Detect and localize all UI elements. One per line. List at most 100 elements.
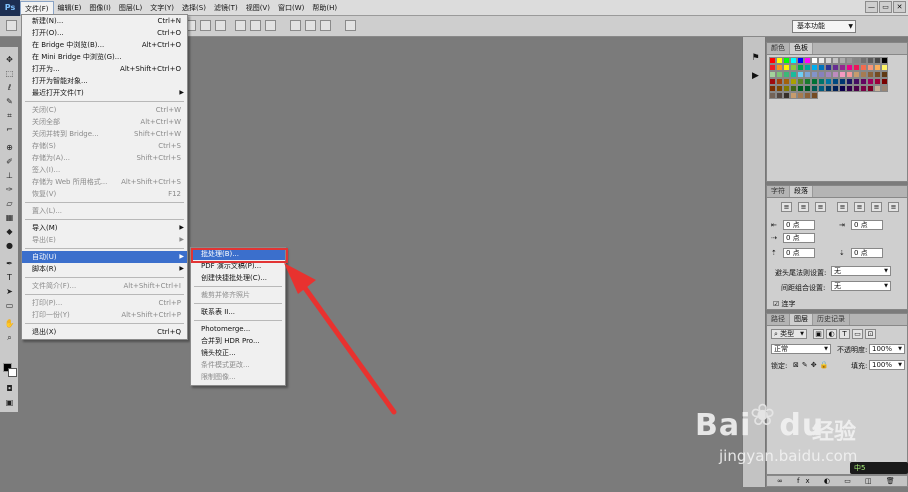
swatch[interactable] — [783, 57, 790, 64]
auto_submenu-item[interactable]: 合并到 HDR Pro... — [191, 335, 285, 347]
close-button[interactable]: ✕ — [893, 1, 906, 13]
file_menu-item[interactable]: 打开为... Alt+Shift+Ctrl+O — [22, 63, 187, 75]
screen-mode-icon[interactable]: ▣ — [4, 398, 15, 407]
swatch[interactable] — [853, 64, 860, 71]
swatch[interactable] — [860, 85, 867, 92]
file_menu-item[interactable]: 打开(O)... Ctrl+O — [22, 27, 187, 39]
swatch[interactable] — [825, 64, 832, 71]
file_menu-item[interactable]: 退出(X) Ctrl+Q — [22, 326, 187, 338]
history-icon[interactable]: ⚑ — [750, 53, 761, 64]
swatch[interactable] — [790, 71, 797, 78]
zoom-tool-icon[interactable]: ⌕ — [4, 333, 15, 342]
swatch[interactable] — [874, 78, 881, 85]
menu-7[interactable]: 视图(V) — [242, 1, 274, 15]
swatch[interactable] — [769, 78, 776, 85]
filter-adjust-icon[interactable]: ◐ — [826, 329, 837, 339]
crop-tool-icon[interactable]: ⌗ — [4, 111, 15, 120]
swatch[interactable] — [881, 71, 888, 78]
indent-left-field[interactable]: 0 点 — [783, 220, 815, 230]
swatch[interactable] — [790, 57, 797, 64]
file_menu-item[interactable]: 在 Bridge 中浏览(B)... Alt+Ctrl+O — [22, 39, 187, 51]
filter-smart-icon[interactable]: ⊡ — [865, 329, 876, 339]
swatch[interactable] — [818, 57, 825, 64]
swatch[interactable] — [839, 64, 846, 71]
swatch[interactable] — [818, 64, 825, 71]
swatch[interactable] — [881, 57, 888, 64]
swatch[interactable] — [797, 85, 804, 92]
swatch[interactable] — [797, 92, 804, 99]
justify-last-center-icon[interactable]: ≡ — [854, 202, 865, 212]
swatch[interactable] — [846, 71, 853, 78]
align-right-icon[interactable] — [215, 20, 226, 31]
swatch[interactable] — [853, 85, 860, 92]
menu-6[interactable]: 滤镜(T) — [210, 1, 242, 15]
swatch[interactable] — [832, 64, 839, 71]
file_menu-item[interactable]: 最近打开文件(T) ▶ — [22, 87, 187, 99]
indent-right-field[interactable]: 0 点 — [851, 220, 883, 230]
swatch[interactable] — [769, 64, 776, 71]
align-center-icon[interactable] — [200, 20, 211, 31]
file_menu-item[interactable]: 新建(N)... Ctrl+N — [22, 15, 187, 27]
swatch[interactable] — [790, 64, 797, 71]
swatch[interactable] — [839, 71, 846, 78]
swatch[interactable] — [860, 64, 867, 71]
swatch[interactable] — [769, 85, 776, 92]
swatch[interactable] — [867, 57, 874, 64]
filter-type-icon[interactable]: T — [839, 329, 850, 339]
swatch[interactable] — [811, 78, 818, 85]
menu-5[interactable]: 选择(S) — [178, 1, 210, 15]
quick-select-tool-icon[interactable]: ✎ — [4, 97, 15, 106]
swatch[interactable] — [881, 78, 888, 85]
mojikumi-select[interactable]: 无 — [831, 281, 891, 291]
swatch[interactable] — [846, 57, 853, 64]
swatch[interactable] — [783, 85, 790, 92]
swatch[interactable] — [776, 71, 783, 78]
distribute-right-icon[interactable] — [320, 20, 331, 31]
swatch[interactable] — [832, 85, 839, 92]
swatch[interactable] — [804, 57, 811, 64]
tab-paths[interactable]: 路径 — [767, 314, 790, 325]
distribute-top-icon[interactable] — [235, 20, 246, 31]
swatch[interactable] — [874, 71, 881, 78]
swatch[interactable] — [783, 64, 790, 71]
fill-field[interactable]: 100% — [869, 360, 905, 370]
swatch[interactable] — [811, 64, 818, 71]
swatch[interactable] — [811, 57, 818, 64]
swatch[interactable] — [769, 92, 776, 99]
distribute-bottom-icon[interactable] — [265, 20, 276, 31]
swatch[interactable] — [881, 64, 888, 71]
swatch[interactable] — [804, 85, 811, 92]
file_menu-item[interactable]: 脚本(R) ▶ — [22, 263, 187, 275]
swatch[interactable] — [839, 78, 846, 85]
dodge-tool-icon[interactable]: ● — [4, 241, 15, 250]
swatch[interactable] — [797, 57, 804, 64]
menu-3[interactable]: 图层(L) — [115, 1, 146, 15]
swatch[interactable] — [839, 85, 846, 92]
swatch[interactable] — [776, 85, 783, 92]
swatch[interactable] — [797, 64, 804, 71]
kinsoku-select[interactable]: 无 — [831, 266, 891, 276]
tab-history[interactable]: 历史记录 — [813, 314, 850, 325]
tab-layers[interactable]: 图层 — [790, 314, 813, 325]
blend-mode-select[interactable]: 正常 — [771, 344, 831, 354]
lasso-tool-icon[interactable]: ℓ — [4, 83, 15, 92]
shape-tool-icon[interactable]: ▭ — [4, 301, 15, 310]
first-line-indent-field[interactable]: 0 点 — [783, 233, 815, 243]
layer-footer-icons[interactable]: ∞ fx ◐ ▭ ◫ 🗑 — [777, 477, 901, 485]
swatch[interactable] — [860, 78, 867, 85]
brush-tool-icon[interactable]: ✐ — [4, 157, 15, 166]
distribute-middle-icon[interactable] — [250, 20, 261, 31]
swatch[interactable] — [839, 57, 846, 64]
swatch[interactable] — [776, 78, 783, 85]
swatch[interactable] — [776, 57, 783, 64]
quick-mask-icon[interactable]: ◘ — [4, 384, 15, 393]
file_menu-item[interactable]: 导入(M) ▶ — [22, 222, 187, 234]
swatch[interactable] — [790, 85, 797, 92]
swatch[interactable] — [867, 85, 874, 92]
swatch[interactable] — [825, 71, 832, 78]
menu-9[interactable]: 帮助(H) — [308, 1, 341, 15]
justify-last-right-icon[interactable]: ≡ — [871, 202, 882, 212]
swatch[interactable] — [867, 78, 874, 85]
swatch[interactable] — [881, 85, 888, 92]
swatch[interactable] — [783, 92, 790, 99]
